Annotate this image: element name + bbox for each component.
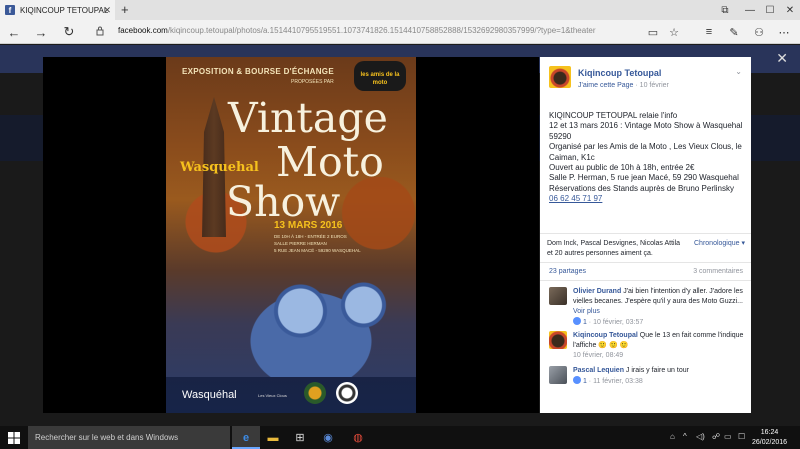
windows-logo-icon xyxy=(8,431,20,444)
post-options-chevron-icon[interactable]: ⌄ xyxy=(735,67,742,76)
poster-title-moto: Moto xyxy=(276,138,384,186)
url-host: facebook.com xyxy=(118,26,168,35)
clock-date: 26/02/2016 xyxy=(752,439,788,446)
comment-item: Olivier Durand J'ai bien l'intention d'y… xyxy=(549,287,745,327)
post-date[interactable]: 10 février xyxy=(640,82,669,89)
window-close-icon[interactable]: ✕ xyxy=(775,0,800,20)
forward-icon[interactable]: → xyxy=(32,23,50,41)
divider xyxy=(540,262,751,263)
browser-tab[interactable]: f KIQINCOUP TETOUPAL ✕ xyxy=(0,0,115,20)
network-icon[interactable]: ☍ xyxy=(712,432,720,441)
chrome-icon[interactable]: ◍ xyxy=(350,429,366,446)
see-more-link[interactable]: Voir plus xyxy=(573,308,600,315)
store-icon[interactable]: ⊞ xyxy=(292,429,308,446)
comment-item: Kiqincoup Tetoupal Que le 13 en fait com… xyxy=(549,331,745,363)
comment-meta: 1 · 10 février, 03:57 xyxy=(573,317,745,328)
poster-motorcycle-engine xyxy=(206,257,416,377)
vieux-clous-logo: Les Vieux Clous xyxy=(258,393,287,398)
address-bar: ← → ↻ facebook.com/kiqincoup.tetoupal/ph… xyxy=(0,20,800,44)
battery-icon[interactable]: ▭ xyxy=(724,432,732,441)
sort-chronological-dropdown[interactable]: Chronologique ▾ xyxy=(694,239,745,247)
like-page-link[interactable]: J'aime cette Page xyxy=(578,82,633,89)
poster-title-show: Show xyxy=(226,178,341,226)
back-icon[interactable]: ← xyxy=(5,23,23,41)
people-icon[interactable]: ⌂ xyxy=(670,432,675,441)
event-poster: EXPOSITION & BOURSE D'ÉCHANGE PROPOSÉES … xyxy=(166,57,416,413)
club-logo-icon xyxy=(304,382,326,404)
phone-link[interactable]: 06 62 45 71 97 xyxy=(549,194,602,203)
windows-taskbar: Rechercher sur le web et dans Windows e … xyxy=(0,426,800,449)
poster-title-vintage: Vintage xyxy=(228,94,388,142)
url-path: /kiqincoup.tetoupal/photos/a.15144107955… xyxy=(167,26,596,35)
poster-hours: DE 10H À 18H - ENTRÉE 2 EUROS SALLE PIER… xyxy=(274,234,361,253)
new-tab-icon[interactable]: + xyxy=(121,2,129,17)
poster-sub-line: PROPOSÉES PAR xyxy=(291,79,334,85)
comment-like-count[interactable]: 1 xyxy=(583,319,587,326)
share-icon[interactable]: ⚇ xyxy=(751,24,767,40)
facebook-favicon-icon: f xyxy=(5,5,15,15)
comment-author[interactable]: Pascal Lequien xyxy=(573,367,624,374)
page-name-link[interactable]: Kiqincoup Tetoupal xyxy=(578,68,661,78)
lock-icon xyxy=(96,26,104,36)
comment-time[interactable]: 10 février, 03:57 xyxy=(593,319,643,326)
tab-bar: f KIQINCOUP TETOUPAL ✕ + ⧉ — ☐ ✕ xyxy=(0,0,800,20)
hub-icon[interactable]: ≡ xyxy=(701,24,717,40)
comment-author[interactable]: Olivier Durand xyxy=(573,288,621,295)
page-avatar[interactable] xyxy=(549,66,571,88)
comment-like-count[interactable]: 1 xyxy=(583,378,587,385)
url-field[interactable]: facebook.com/kiqincoup.tetoupal/photos/a… xyxy=(118,26,596,35)
tray-chevron-icon[interactable]: ^ xyxy=(683,432,687,441)
like-thumb-icon xyxy=(573,317,581,325)
post-body: KIQINCOUP TETOUPAL relaie l'info 12 et 1… xyxy=(549,111,743,193)
commenter-avatar[interactable] xyxy=(549,287,567,305)
clock-time: 16:24 xyxy=(760,429,779,436)
web-note-icon[interactable]: ✎ xyxy=(726,24,742,40)
commenter-avatar[interactable] xyxy=(549,331,567,349)
comment-item: Pascal Lequien J irais y faire un tour 1… xyxy=(549,366,745,390)
divider xyxy=(540,233,751,234)
comment-time[interactable]: 10 février, 08:49 xyxy=(573,352,623,359)
poster-town: Wasquehal xyxy=(180,160,259,175)
volume-icon[interactable]: ◁) xyxy=(696,432,705,441)
favorite-star-icon[interactable]: ☆ xyxy=(666,24,682,40)
comments-count[interactable]: 3 commentaires xyxy=(693,268,743,275)
post-side-panel: Kiqincoup Tetoupal J'aime cette Page · 1… xyxy=(540,57,751,413)
wasquehal-logo: Wasquéhal xyxy=(182,389,237,401)
comment-meta: 1 · 11 février, 03:38 xyxy=(573,376,745,387)
reading-view-icon[interactable]: ▭ xyxy=(645,24,661,40)
club-logo-2-icon xyxy=(336,382,358,404)
commenter-avatar[interactable] xyxy=(549,366,567,384)
start-button[interactable] xyxy=(0,426,28,449)
taskbar-clock[interactable]: 16:24 26/02/2016 xyxy=(752,428,787,448)
more-icon[interactable]: ⋯ xyxy=(776,24,792,40)
theater-close-icon[interactable]: ✕ xyxy=(776,50,788,67)
photo-stage[interactable]: EXPOSITION & BOURSE D'ÉCHANGE PROPOSÉES … xyxy=(43,57,539,413)
taskbar-search-input[interactable]: Rechercher sur le web et dans Windows xyxy=(28,426,230,449)
likers-text[interactable]: Dom Inck, Pascal Desvignes, Nicolas Atti… xyxy=(547,239,685,259)
poster-top-line: EXPOSITION & BOURSE D'ÉCHANGE xyxy=(182,67,334,76)
file-explorer-icon[interactable]: ▬ xyxy=(265,429,281,446)
comment-time[interactable]: 11 février, 03:38 xyxy=(593,378,643,385)
app-icon[interactable]: ◉ xyxy=(320,429,336,446)
edge-icon: e xyxy=(242,431,250,444)
poster-date: 13 MARS 2016 xyxy=(274,220,343,231)
post-text: KIQINCOUP TETOUPAL relaie l'info 12 et 1… xyxy=(549,111,745,205)
post-meta: J'aime cette Page · 10 février xyxy=(578,82,669,89)
divider xyxy=(540,280,751,281)
refresh-icon[interactable]: ↻ xyxy=(60,23,78,41)
comment-text: J irais y faire un tour xyxy=(625,367,689,374)
tab-close-icon[interactable]: ✕ xyxy=(103,5,111,16)
tab-title: KIQINCOUP TETOUPAL xyxy=(20,5,109,15)
like-thumb-icon xyxy=(573,376,581,384)
comment-author[interactable]: Kiqincoup Tetoupal xyxy=(573,332,638,339)
comment-meta: 10 février, 08:49 xyxy=(573,351,745,361)
shares-link[interactable]: 23 partages xyxy=(549,268,586,275)
amis-de-la-moto-logo: les amis de la moto xyxy=(354,61,406,91)
message-icon[interactable]: ☐ xyxy=(738,432,745,441)
